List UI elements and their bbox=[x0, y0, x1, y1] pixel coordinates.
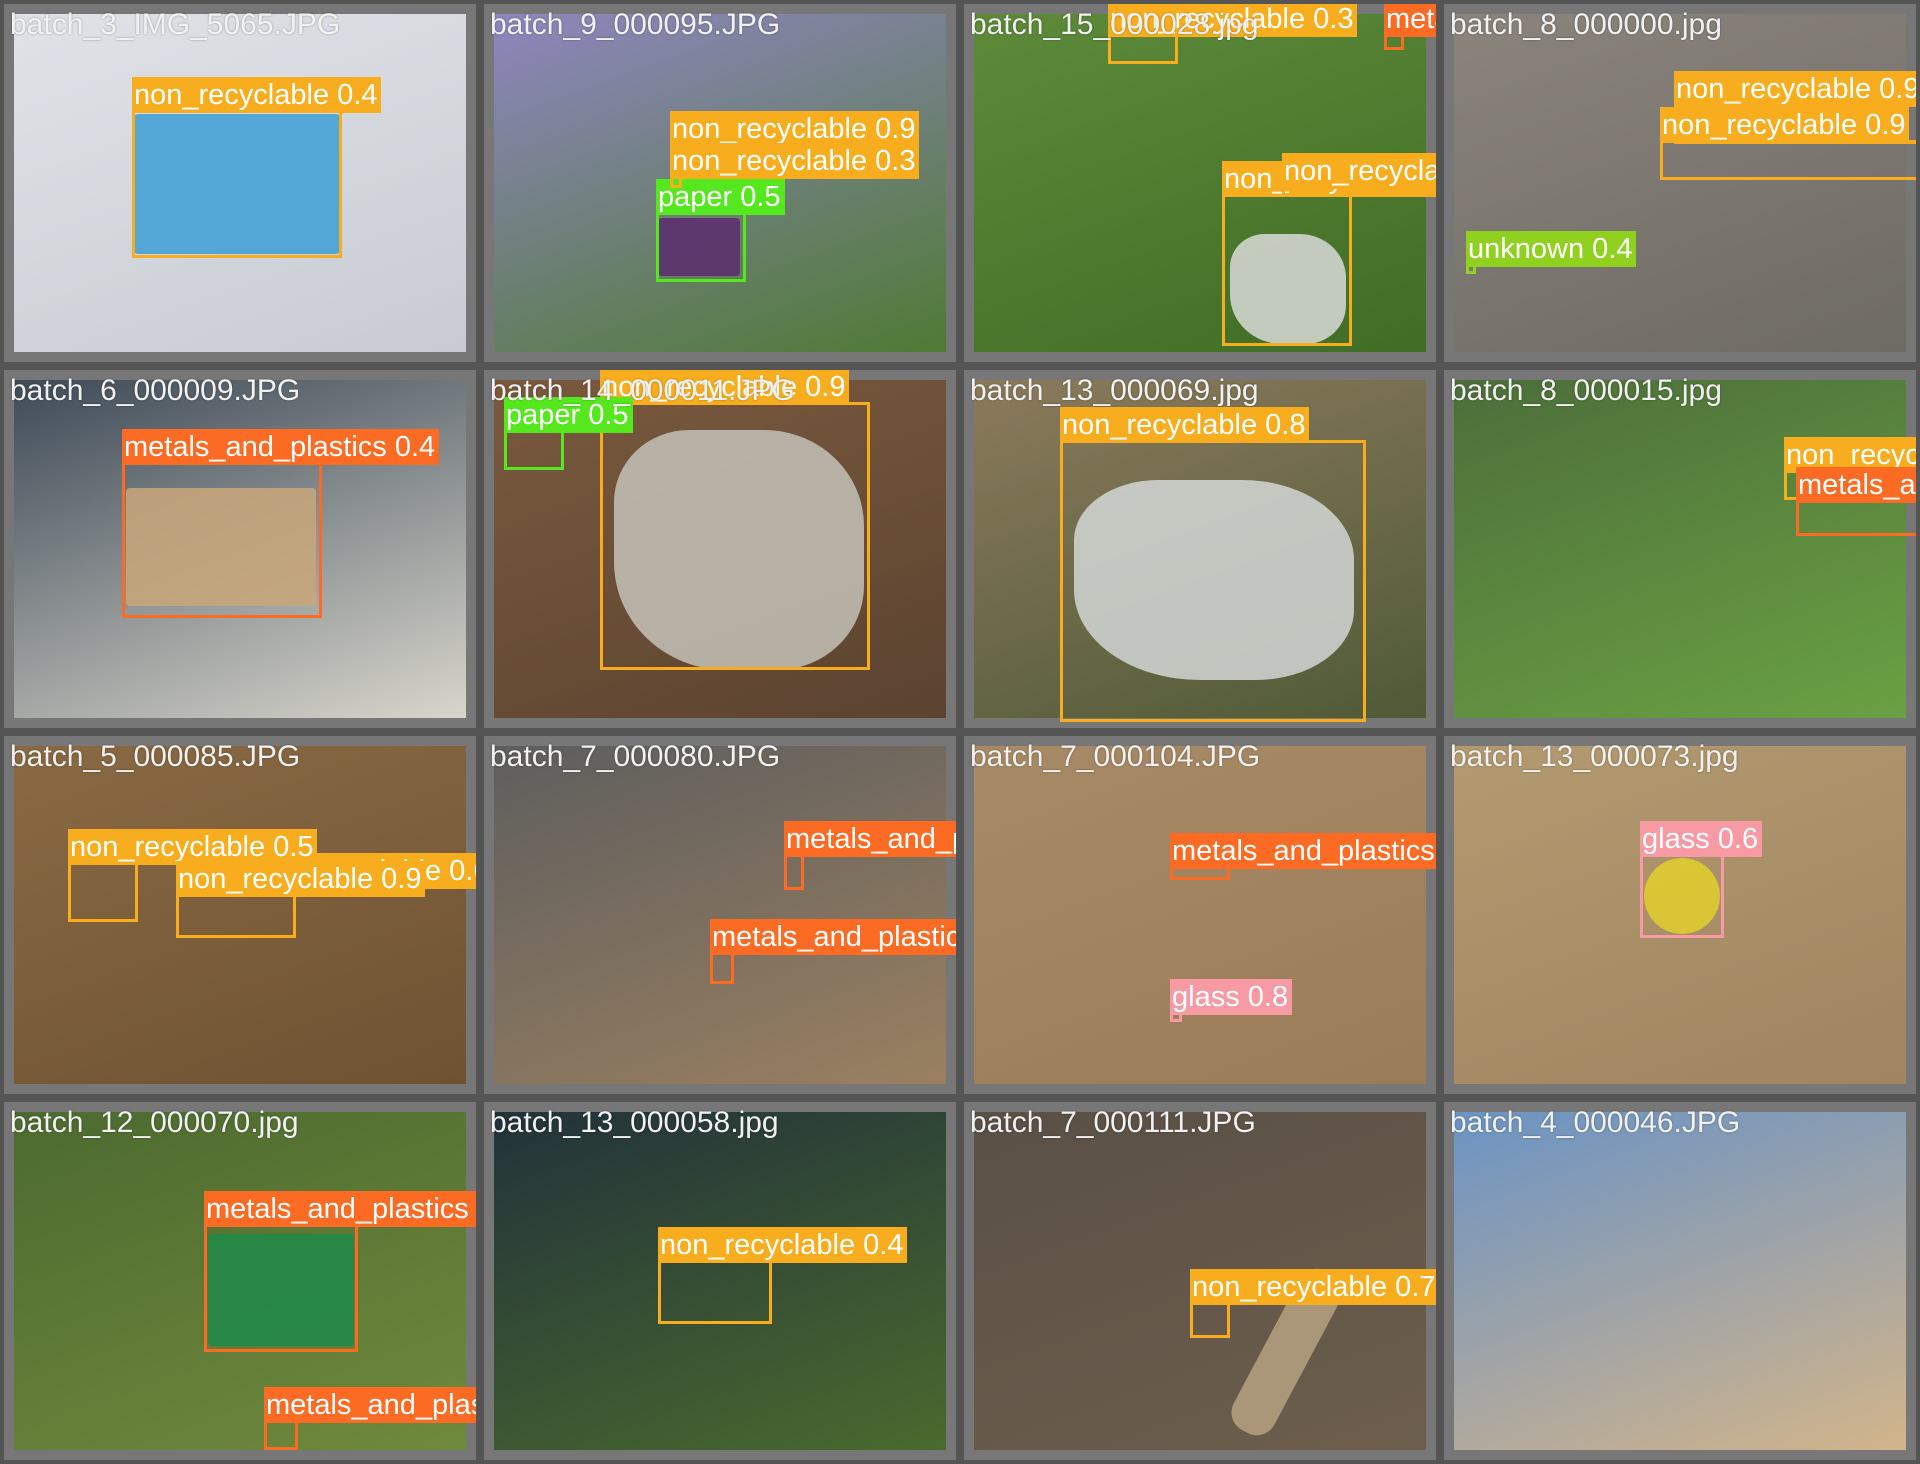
detection-box: glass 0.6 bbox=[1640, 821, 1763, 938]
detection-box: metals_and_plastics 0.4 bbox=[122, 429, 440, 618]
detection-label: non_recyclable 0.9 bbox=[1660, 107, 1910, 143]
detection-label: metals_and_plastics 0.9 bbox=[784, 821, 956, 857]
detection-label: unknown 0.4 bbox=[1466, 231, 1637, 267]
detection-box: non_recyclable 0.7 bbox=[1222, 161, 1436, 346]
image-filename: batch_13_000069.jpg bbox=[970, 374, 1259, 407]
detection-label: non_recyclable 0.5 bbox=[68, 829, 318, 865]
mosaic-tile: batch_3_IMG_5065.JPG non_recyclable 0.4 bbox=[0, 0, 480, 366]
mosaic-tile: batch_8_000015.jpgnon_recyclable 0.5meta… bbox=[1440, 366, 1920, 732]
detection-box: non_recyclable 0.4 bbox=[658, 1227, 908, 1324]
detection-box: non_recyclable 0.5 bbox=[68, 829, 318, 922]
detection-label: non_recyclable 0.3 bbox=[670, 143, 920, 179]
detection-label: non_recyclable 0.9 bbox=[670, 111, 920, 147]
image-filename: batch_8_000015.jpg bbox=[1450, 374, 1722, 407]
image-filename: batch_13_000073.jpg bbox=[1450, 740, 1739, 773]
image-filename: batch_15_000028.jpg bbox=[970, 8, 1259, 41]
image-filename: batch_6_000009.JPG bbox=[10, 374, 301, 407]
mosaic-tile: batch_13_000073.jpgglass 0.6 bbox=[1440, 732, 1920, 1098]
mosaic-tile: batch_14_000011.JPG non_recyclable 0.9 pap… bbox=[480, 366, 960, 732]
detection-label: metals_and_plastics 0.9 bbox=[1170, 833, 1436, 869]
detection-box: unknown 0.4 bbox=[1466, 231, 1637, 274]
detection-label: glass 0.6 bbox=[1640, 821, 1763, 857]
scene-photo bbox=[494, 746, 946, 1084]
detection-label: metals_and_plastics 0.3 bbox=[264, 1387, 476, 1423]
mosaic-grid: batch_3_IMG_5065.JPG non_recyclable 0.4 ba… bbox=[0, 0, 1920, 1464]
detection-box: non_recyclable 0.3 bbox=[670, 143, 920, 188]
image-filename: batch_7_000111.JPG bbox=[970, 1106, 1256, 1139]
mosaic-tile: batch_7_000080.JPG metals_and_plastics 0.… bbox=[480, 732, 960, 1098]
image-filename: batch_7_000080.JPG bbox=[490, 740, 781, 773]
image-filename: batch_14_000011.JPG bbox=[490, 374, 795, 407]
detection-box: non_recyclable 0.9 bbox=[176, 861, 426, 938]
scene-photo bbox=[974, 746, 1426, 1084]
detection-box: metals_and_plastics 0.9 bbox=[1170, 833, 1436, 880]
scene-photo bbox=[1454, 380, 1906, 718]
detection-label: metals_and_plastics 0.9 bbox=[204, 1191, 476, 1227]
mosaic-tile: batch_8_000000.jpg non_recyclable 0.9 non_… bbox=[1440, 0, 1920, 366]
image-filename: batch_3_IMG_5065.JPG bbox=[10, 8, 341, 41]
image-filename: batch_9_000095.JPG bbox=[490, 8, 781, 41]
image-filename: batch_5_000085.JPG bbox=[10, 740, 301, 773]
detection-label: metals_and_plastics 0.4 bbox=[122, 429, 440, 465]
detection-box: non_recyclable 0.8 bbox=[1060, 407, 1366, 722]
detection-box: paper 0.5 bbox=[504, 397, 633, 470]
detection-box: glass 0.8 bbox=[1170, 979, 1293, 1022]
detection-label: metals_and_plastics 0.9 bbox=[1384, 4, 1436, 37]
detection-box: non_recyclable 0.5 bbox=[1282, 153, 1436, 196]
detection-label: non_recyclable 0.8 bbox=[1060, 407, 1310, 443]
detection-box: metals_and_plastics 0.3 bbox=[264, 1387, 476, 1450]
detection-box: metals_and_plastics 0.9 bbox=[1384, 4, 1436, 50]
mosaic-tile: batch_9_000095.JPG non_recyclable 0.9 pape… bbox=[480, 0, 960, 366]
mosaic-tile: batch_13_000058.jpg non_recyclable 0.4 bbox=[480, 1098, 960, 1464]
detection-box: metals_and_plastics 0.9 bbox=[204, 1191, 476, 1352]
detection-label: non_recyclable 0.7 bbox=[1190, 1269, 1436, 1305]
scene-photo bbox=[1454, 14, 1906, 352]
mosaic-tile: batch_12_000070.jpg metals_and_plastics 0… bbox=[0, 1098, 480, 1464]
detection-label: metals_and_plastics 0.7 bbox=[710, 919, 956, 955]
detection-box: non_recyclable 0.7 bbox=[1190, 1269, 1436, 1338]
image-filename: batch_13_000058.jpg bbox=[490, 1106, 779, 1139]
detection-label: glass 0.8 bbox=[1170, 979, 1293, 1015]
mosaic-tile: batch_7_000104.JPG metals_and_plastics 0.… bbox=[960, 732, 1440, 1098]
detection-label: non_recyclable 0.4 bbox=[658, 1227, 908, 1263]
detection-label: non_recyclable 0.9 bbox=[1674, 71, 1916, 107]
detection-box: non_recyclable 0.9 bbox=[600, 370, 870, 670]
mosaic-tile: batch_7_000111.JPG non_recyclable 0.7 bbox=[960, 1098, 1440, 1464]
detection-label: non_recyclable 0.4 bbox=[132, 77, 382, 113]
mosaic-tile: batch_15_000028.jpg non_recyclable 0.3 met… bbox=[960, 0, 1440, 366]
image-filename: batch_7_000104.JPG bbox=[970, 740, 1261, 773]
detection-box: non_recyclable 0.9 bbox=[1660, 107, 1916, 180]
detection-label: non_recyclable 0.9 bbox=[176, 861, 426, 897]
mosaic-tile: batch_13_000069.jpg non_recyclable 0.8 bbox=[960, 366, 1440, 732]
detection-box: paper 0.5 bbox=[656, 179, 785, 282]
image-filename: batch_12_000070.jpg bbox=[10, 1106, 299, 1139]
detection-box: metals_and_plastics 0.9 bbox=[784, 821, 956, 890]
detection-label: non_recyclable 0.5 bbox=[1282, 153, 1436, 189]
mosaic-tile: batch_5_000085.JPGnon_recyclable 0.6non_… bbox=[0, 732, 480, 1098]
detection-box: non_recyclable 0.4 bbox=[132, 77, 382, 258]
detection-label: metals_and_plastics 0.6 bbox=[1796, 467, 1916, 503]
image-filename: batch_4_000046.JPG bbox=[1450, 1106, 1741, 1139]
mosaic-tile: batch_4_000046.JPG bbox=[1440, 1098, 1920, 1464]
detection-box: metals_and_plastics 0.6 bbox=[1796, 467, 1916, 536]
mosaic-tile: batch_6_000009.JPG metals_and_plastics 0.… bbox=[0, 366, 480, 732]
scene-photo bbox=[1454, 1112, 1906, 1450]
image-filename: batch_8_000000.jpg bbox=[1450, 8, 1722, 41]
detection-box: metals_and_plastics 0.7 bbox=[710, 919, 956, 984]
